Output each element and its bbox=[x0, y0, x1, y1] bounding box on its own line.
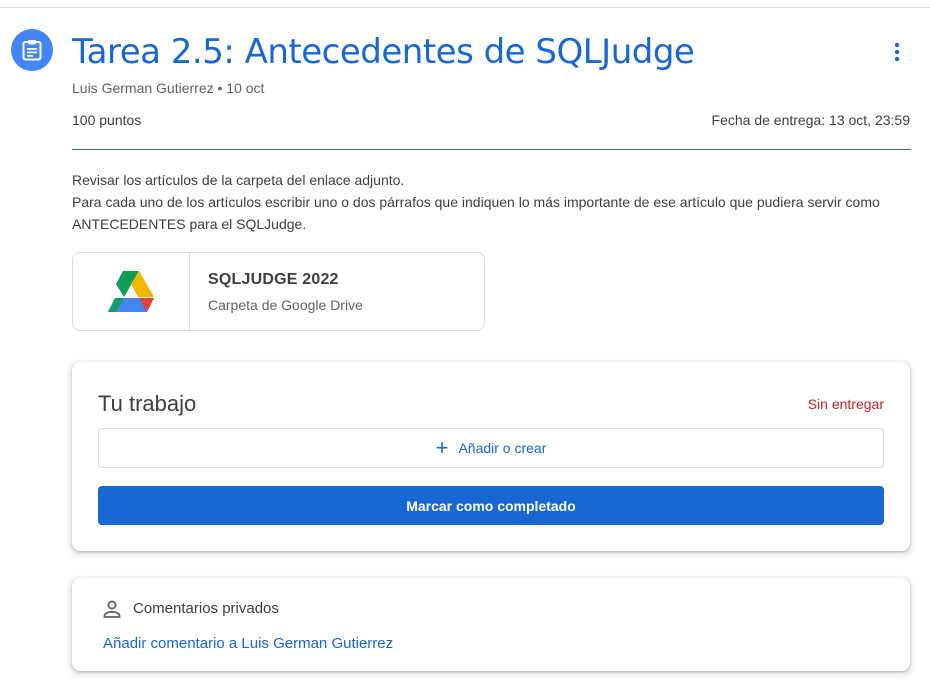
more-options-button[interactable] bbox=[882, 36, 912, 68]
mark-complete-button[interactable]: Marcar como completado bbox=[98, 486, 884, 525]
add-comment-link[interactable]: Añadir comentario a Luis German Gutierre… bbox=[103, 635, 393, 652]
private-comments-title: Comentarios privados bbox=[133, 600, 279, 617]
assignment-icon bbox=[11, 29, 53, 71]
status-badge: Sin entregar bbox=[807, 396, 884, 412]
add-or-create-button[interactable]: + Añadir o crear bbox=[98, 428, 884, 468]
google-drive-icon bbox=[108, 270, 154, 312]
description-line: Revisar los artículos de la carpeta del … bbox=[72, 172, 405, 188]
add-or-create-label: Añadir o crear bbox=[458, 440, 547, 456]
assignment-description: Revisar los artículos de la carpeta del … bbox=[72, 169, 922, 235]
assignment-title: Tarea 2.5: Antecedentes de SQLJudge bbox=[72, 32, 695, 72]
attachment-title: SQLJUDGE 2022 bbox=[208, 271, 339, 288]
your-work-card: Tu trabajo Sin entregar + Añadir o crear… bbox=[72, 362, 910, 551]
due-date: Fecha de entrega: 13 oct, 23:59 bbox=[711, 112, 910, 128]
points-label: 100 puntos bbox=[72, 112, 142, 128]
author-date: Luis German Gutierrez • 10 oct bbox=[72, 80, 265, 96]
top-divider bbox=[0, 7, 930, 8]
your-work-title: Tu trabajo bbox=[98, 391, 197, 416]
header-divider bbox=[72, 149, 911, 150]
drive-attachment[interactable]: SQLJUDGE 2022 Carpeta de Google Drive bbox=[72, 252, 485, 331]
description-line: Para cada uno de los artículos escribir … bbox=[72, 194, 880, 232]
more-vert-icon bbox=[894, 42, 900, 62]
attachment-subtitle: Carpeta de Google Drive bbox=[208, 297, 363, 313]
plus-icon: + bbox=[435, 435, 449, 460]
person-icon bbox=[103, 600, 121, 618]
private-comments-card: Comentarios privados Añadir comentario a… bbox=[72, 578, 910, 671]
attachment-thumbnail bbox=[73, 253, 190, 330]
